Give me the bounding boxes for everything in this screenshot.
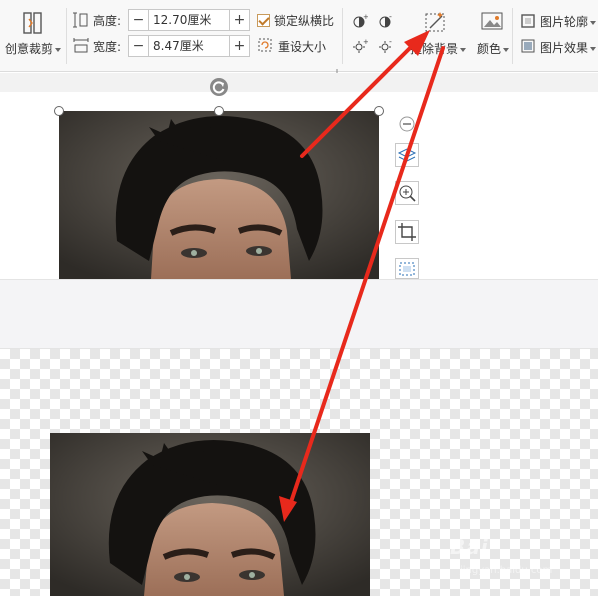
- reset-size-icon: [257, 37, 273, 57]
- resize-handle-top-right[interactable]: [374, 106, 384, 116]
- contrast-increase-icon[interactable]: +: [352, 13, 369, 33]
- width-increase-button[interactable]: +: [229, 36, 249, 56]
- chevron-down-icon: [590, 46, 597, 51]
- width-icon: [72, 37, 90, 59]
- lock-ratio-label: 锁定纵横比: [274, 14, 335, 28]
- remove-background-button[interactable]: 抠除背景: [410, 40, 467, 57]
- picture-frame-button[interactable]: [395, 258, 419, 279]
- creative-crop-button[interactable]: 创意裁剪: [4, 10, 62, 57]
- chevron-down-icon: [503, 47, 510, 52]
- picture-effects-icon: [520, 38, 536, 58]
- width-stepper[interactable]: − 8.47厘米 +: [128, 35, 250, 57]
- height-stepper[interactable]: − 12.70厘米 +: [128, 9, 250, 31]
- chevron-down-icon: [460, 47, 467, 52]
- selected-picture[interactable]: [59, 111, 379, 279]
- separator: [342, 8, 343, 64]
- picture-outline-button[interactable]: 图片轮廓: [540, 13, 597, 30]
- picture-color-label: 颜色: [477, 42, 502, 56]
- brightness-decrease-icon[interactable]: -: [378, 37, 394, 58]
- height-increase-button[interactable]: +: [229, 10, 249, 30]
- remove-background-label: 抠除背景: [410, 42, 459, 56]
- crop-button[interactable]: [395, 220, 419, 244]
- rotate-handle-icon[interactable]: [210, 78, 228, 96]
- remove-background-icon[interactable]: [424, 10, 448, 38]
- resize-handle-top-center[interactable]: [214, 106, 224, 116]
- width-input[interactable]: 8.47厘米: [149, 36, 229, 56]
- watermark-logo: Bai: [450, 535, 489, 559]
- contrast-decrease-icon[interactable]: -: [378, 12, 394, 33]
- brightness-increase-icon[interactable]: +: [352, 38, 369, 58]
- zoom-out-icon[interactable]: [398, 115, 416, 137]
- svg-text:+: +: [363, 13, 368, 21]
- picture-effects-button[interactable]: 图片效果: [540, 39, 597, 56]
- width-decrease-button[interactable]: −: [129, 36, 149, 56]
- lock-ratio-checkbox[interactable]: [257, 14, 270, 27]
- crop-icon: [20, 10, 46, 36]
- height-icon: [72, 11, 90, 33]
- zoom-in-button[interactable]: [395, 181, 419, 205]
- screenshot-divider: [0, 279, 598, 349]
- picture-outline-label: 图片轮廓: [540, 15, 589, 29]
- svg-text:-: -: [389, 38, 392, 46]
- separator: [66, 8, 67, 64]
- ribbon-toolbar: 创意裁剪 高度: − 12.70厘米 + 宽度: − 8.47厘米 + 锁定纵横…: [0, 0, 598, 75]
- width-label: 宽度:: [93, 40, 122, 54]
- chevron-down-icon: [55, 47, 61, 52]
- height-input[interactable]: 12.70厘米: [149, 10, 229, 30]
- height-decrease-button[interactable]: −: [129, 10, 149, 30]
- watermark-url: jingyan.baidu.com: [460, 565, 553, 576]
- resize-handle-top-left[interactable]: [54, 106, 64, 116]
- creative-crop-label: 创意裁剪: [4, 42, 53, 56]
- picture-effects-label: 图片效果: [540, 41, 589, 55]
- picture-color-button[interactable]: 颜色: [477, 40, 510, 57]
- height-label: 高度:: [93, 14, 122, 28]
- svg-text:+: +: [363, 38, 368, 46]
- result-picture: [50, 433, 370, 596]
- separator: [512, 8, 513, 64]
- reset-size-button[interactable]: 重设大小: [278, 38, 326, 55]
- picture-color-icon[interactable]: [480, 10, 504, 38]
- layers-button[interactable]: [395, 143, 419, 167]
- svg-text:-: -: [389, 13, 392, 21]
- chevron-down-icon: [590, 20, 597, 25]
- picture-outline-icon: [520, 13, 536, 33]
